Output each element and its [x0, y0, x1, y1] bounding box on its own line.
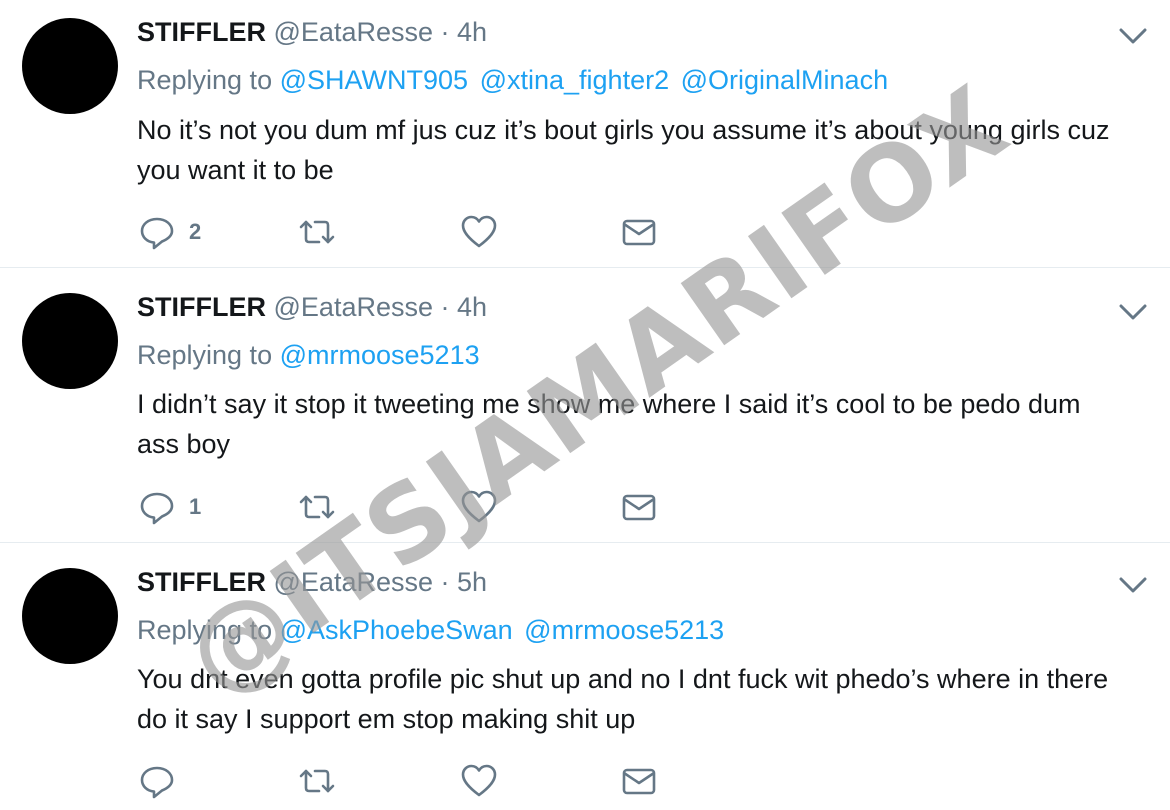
retweet-icon: [299, 220, 335, 244]
reply-count: 2: [189, 219, 202, 244]
retweet-button[interactable]: [297, 210, 337, 254]
timestamp[interactable]: 4h: [457, 17, 487, 47]
message-icon: [622, 768, 656, 795]
avatar[interactable]: [22, 293, 118, 389]
mention-link[interactable]: @SHAWNT905: [280, 65, 468, 95]
reply-button[interactable]: [137, 759, 177, 803]
like-icon: [461, 764, 497, 797]
replying-to: Replying to @mrmoose5213: [137, 337, 484, 373]
message-button[interactable]: [619, 759, 659, 803]
reply-icon: [140, 492, 174, 525]
tweet-actions: 2: [137, 210, 697, 254]
replying-to-label: Replying to: [137, 615, 273, 645]
tweet-header: STIFFLER @EataResse · 5h: [137, 564, 487, 600]
tweet[interactable]: STIFFLER @EataResse · 5h Replying to @As…: [0, 543, 1170, 810]
timestamp[interactable]: 5h: [457, 567, 487, 597]
retweet-button[interactable]: [297, 759, 337, 803]
mention-link[interactable]: @AskPhoebeSwan: [280, 615, 513, 645]
like-icon: [461, 490, 497, 523]
mention-link[interactable]: @OriginalMinach: [681, 65, 888, 95]
replying-to: Replying to @AskPhoebeSwan @mrmoose5213: [137, 612, 728, 648]
tweet-text: You dnt even gotta profile pic shut up a…: [137, 664, 1109, 734]
display-name[interactable]: STIFFLER: [137, 292, 266, 322]
separator-dot: ·: [440, 292, 450, 322]
reply-count: 1: [189, 494, 202, 519]
avatar[interactable]: [22, 18, 118, 114]
tweet-header: STIFFLER @EataResse · 4h: [137, 14, 487, 50]
avatar[interactable]: [22, 568, 118, 664]
separator-dot: ·: [440, 567, 450, 597]
message-icon: [622, 219, 656, 246]
user-handle[interactable]: @EataResse: [274, 567, 433, 597]
tweet-actions: [137, 759, 697, 803]
separator-dot: ·: [440, 17, 450, 47]
tweet[interactable]: STIFFLER @EataResse · 4h Replying to @mr…: [0, 268, 1170, 543]
tweet-text: I didn’t say it stop it tweeting me show…: [137, 389, 1081, 459]
tweet-header: STIFFLER @EataResse · 4h: [137, 289, 487, 325]
replying-to: Replying to @SHAWNT905 @xtina_fighter2 @…: [137, 62, 892, 98]
message-icon: [622, 494, 656, 521]
chevron-down-icon[interactable]: [1117, 300, 1149, 324]
retweet-icon: [299, 495, 335, 519]
reply-button[interactable]: 2: [137, 210, 201, 254]
tweet[interactable]: STIFFLER @EataResse · 4h Replying to @SH…: [0, 0, 1170, 268]
replying-to-label: Replying to: [137, 340, 273, 370]
display-name[interactable]: STIFFLER: [137, 17, 266, 47]
like-button[interactable]: [459, 759, 499, 803]
retweet-button[interactable]: [297, 485, 337, 529]
reply-icon: [140, 217, 174, 250]
mention-link[interactable]: @mrmoose5213: [524, 615, 724, 645]
tweet-actions: 1: [137, 485, 697, 529]
mention-link[interactable]: @xtina_fighter2: [480, 65, 670, 95]
like-icon: [461, 215, 497, 248]
retweet-icon: [299, 769, 335, 793]
like-button[interactable]: [459, 485, 499, 529]
replying-to-label: Replying to: [137, 65, 273, 95]
tweet-text: No it’s not you dum mf jus cuz it’s bout…: [137, 115, 1110, 185]
user-handle[interactable]: @EataResse: [274, 292, 433, 322]
like-button[interactable]: [459, 210, 499, 254]
chevron-down-icon[interactable]: [1117, 24, 1149, 48]
message-button[interactable]: [619, 210, 659, 254]
reply-icon: [140, 766, 174, 799]
chevron-down-icon[interactable]: [1117, 573, 1149, 597]
timestamp[interactable]: 4h: [457, 292, 487, 322]
reply-button[interactable]: 1: [137, 485, 201, 529]
mention-link[interactable]: @mrmoose5213: [280, 340, 480, 370]
display-name[interactable]: STIFFLER: [137, 567, 266, 597]
user-handle[interactable]: @EataResse: [274, 17, 433, 47]
message-button[interactable]: [619, 485, 659, 529]
